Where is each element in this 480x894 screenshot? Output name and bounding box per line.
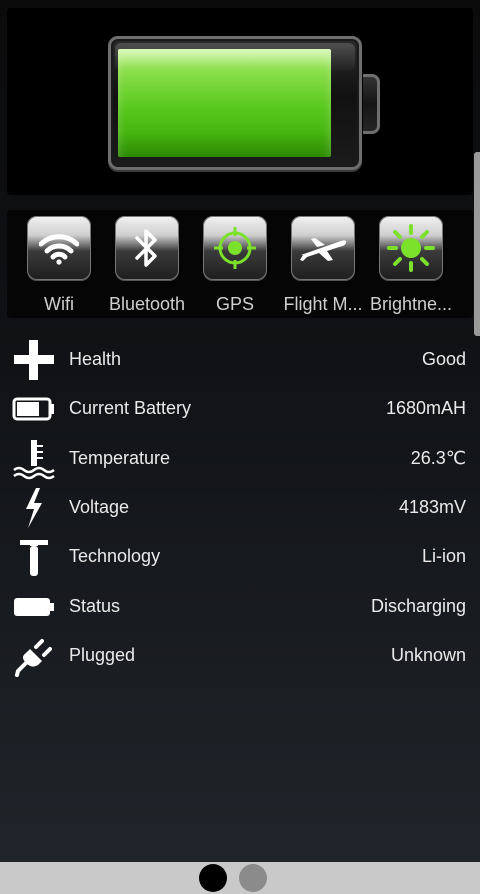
info-label-health: Health — [69, 349, 122, 369]
wifi-toggle-button[interactable] — [27, 216, 91, 280]
toggle-wifi[interactable]: Wifi — [15, 216, 103, 316]
lightning-icon — [26, 488, 42, 528]
bluetooth-icon — [135, 229, 157, 267]
info-label-voltage: Voltage — [69, 497, 130, 517]
info-value-plugged: Unknown — [390, 645, 466, 665]
plug-icon — [15, 639, 52, 677]
toggle-label-brightness: Brightne... — [369, 294, 453, 314]
health-cross-icon — [14, 340, 54, 380]
toggle-label-gps: GPS — [215, 294, 254, 314]
info-row-voltage: Voltage 4183mV — [0, 485, 480, 531]
gps-toggle-button[interactable] — [203, 216, 267, 280]
hammer-icon — [20, 540, 48, 576]
page-dot-2[interactable] — [239, 864, 267, 892]
info-value-status: Discharging — [370, 596, 466, 616]
info-value-health: Good — [421, 349, 466, 369]
quick-toggles-panel: Wifi Bluetooth GPS Flight M... Brightne.… — [7, 210, 473, 318]
scrollbar[interactable] — [474, 152, 480, 336]
flight-mode-toggle-button[interactable] — [291, 216, 355, 280]
info-value-temperature: 26.3℃ — [410, 448, 466, 468]
brightness-toggle-button[interactable] — [379, 216, 443, 280]
brightness-icon — [387, 224, 435, 272]
info-label-temperature: Temperature — [69, 448, 171, 468]
battery-panel — [7, 8, 473, 195]
info-label-technology: Technology — [69, 546, 161, 566]
info-label-plugged: Plugged — [69, 645, 136, 665]
airplane-icon — [300, 238, 347, 261]
info-value-technology: Li-ion — [421, 546, 466, 566]
info-label-current-battery: Current Battery — [69, 398, 192, 418]
battery-level-indicator — [108, 36, 362, 170]
info-row-plugged: Plugged Unknown — [0, 633, 480, 679]
battery-terminal — [363, 74, 380, 134]
info-label-status: Status — [69, 596, 121, 616]
info-row-status: Status Discharging — [0, 584, 480, 630]
wifi-icon — [39, 234, 79, 265]
info-row-temperature: Temperature 26.3℃ — [0, 436, 480, 482]
toggle-bluetooth[interactable]: Bluetooth — [103, 216, 191, 316]
battery-fill — [118, 49, 331, 157]
info-value-voltage: 4183mV — [398, 497, 466, 517]
page-indicator-bar — [0, 862, 480, 894]
battery-status-icon — [14, 598, 54, 616]
toggle-flight-mode[interactable]: Flight M... — [279, 216, 367, 316]
bluetooth-toggle-button[interactable] — [115, 216, 179, 280]
info-row-health: Health Good — [0, 337, 480, 383]
toggle-label-bluetooth: Bluetooth — [108, 294, 186, 314]
page-dot-1-active[interactable] — [199, 864, 227, 892]
toggle-label-wifi: Wifi — [44, 294, 74, 314]
info-row-technology: Technology Li-ion — [0, 534, 480, 580]
toggle-label-flight-mode: Flight M... — [283, 294, 363, 314]
info-value-current-battery: 1680mAH — [385, 398, 466, 418]
battery-small-icon — [12, 397, 54, 421]
gps-icon — [214, 227, 256, 269]
info-row-current-battery: Current Battery 1680mAH — [0, 386, 480, 432]
toggle-gps[interactable]: GPS — [191, 216, 279, 316]
thermometer-icon — [13, 440, 55, 480]
toggle-brightness[interactable]: Brightne... — [367, 216, 455, 316]
